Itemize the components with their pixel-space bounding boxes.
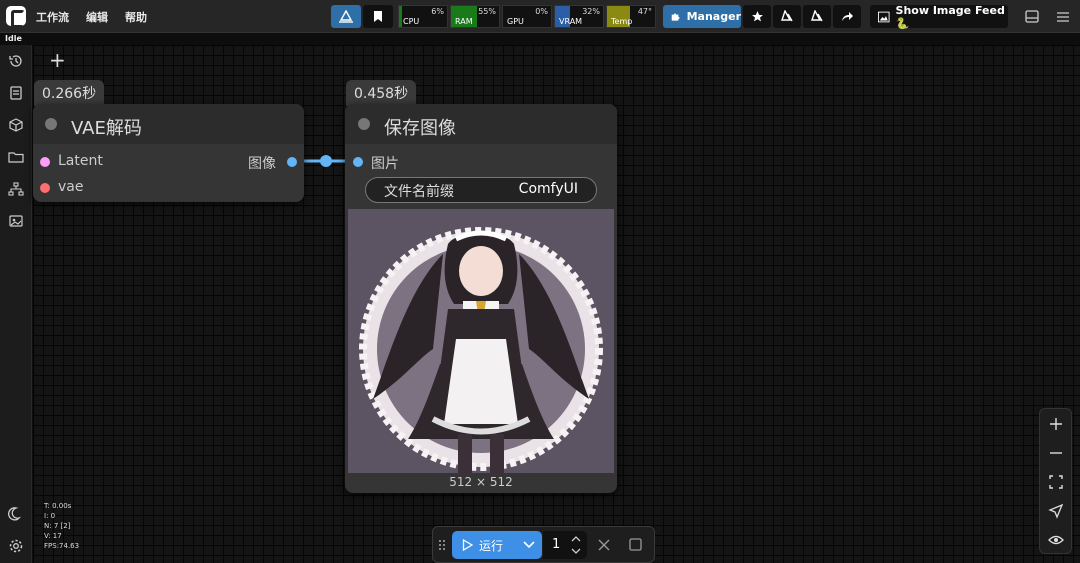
latent-input-slot[interactable] <box>40 157 50 167</box>
run-button[interactable]: 运行 <box>452 531 542 559</box>
vae-execution-time-badge: 0.266秒 <box>34 80 105 106</box>
run-label: 运行 <box>479 538 504 553</box>
latent-input-label: Latent <box>58 153 103 169</box>
images-input-label: 图片 <box>371 156 399 172</box>
decrement-chevron-icon[interactable] <box>571 548 581 555</box>
select-mode-icon[interactable] <box>1048 503 1064 519</box>
save-execution-time-badge: 0.458秒 <box>346 80 417 106</box>
images-input-slot[interactable] <box>353 157 363 167</box>
run-toolbar: 运行 1 <box>432 526 655 563</box>
filename-prefix-value: ComfyUI <box>518 181 578 197</box>
increment-chevron-icon[interactable] <box>571 535 581 542</box>
stop-icon[interactable] <box>629 538 642 551</box>
canvas-stats: T: 0.00s I: 0 N: 7 [2] V: 17 FPS:74.63 <box>44 501 79 551</box>
drag-handle-icon[interactable] <box>438 539 446 551</box>
stat-vertices: V: 17 <box>44 532 62 540</box>
collapse-dot[interactable] <box>45 118 57 130</box>
image-preview[interactable] <box>348 209 614 473</box>
vae-decode-node[interactable]: VAE解码 Latent vae 图像 <box>33 104 304 202</box>
toggle-link-visibility-icon[interactable] <box>1048 532 1064 548</box>
image-output-label: 图像 <box>248 156 276 172</box>
chevron-down-icon[interactable] <box>523 541 535 549</box>
stat-iterations: I: 0 <box>44 512 56 520</box>
canvas-zoom-controls <box>1039 408 1072 554</box>
save-image-node[interactable]: 保存图像 图片 文件名前缀 ComfyUI 512 × 512 <box>345 104 617 493</box>
fit-view-icon[interactable] <box>1048 474 1064 490</box>
filename-prefix-label: 文件名前缀 <box>384 184 454 200</box>
zoom-in-icon[interactable] <box>1048 416 1064 432</box>
save-image-node-title: 保存图像 <box>384 118 456 139</box>
collapse-dot[interactable] <box>358 118 370 130</box>
zoom-out-icon[interactable] <box>1048 445 1064 461</box>
stat-time: T: 0.00s <box>44 502 72 510</box>
generated-image-illustration <box>348 209 614 473</box>
vae-decode-node-title: VAE解码 <box>71 118 142 139</box>
batch-count-stepper[interactable]: 1 <box>543 531 587 559</box>
cancel-run-icon[interactable] <box>598 539 610 551</box>
vae-input-slot[interactable] <box>40 183 50 193</box>
filename-prefix-widget[interactable]: 文件名前缀 ComfyUI <box>365 177 597 203</box>
link-midpoint-handle[interactable] <box>320 155 332 167</box>
image-size-label: 512 × 512 <box>449 475 513 489</box>
vae-input-label: vae <box>58 179 84 195</box>
image-output-slot[interactable] <box>287 157 297 167</box>
play-icon <box>462 539 473 551</box>
stat-fps: FPS:74.63 <box>44 542 80 550</box>
batch-count-value: 1 <box>552 537 561 552</box>
stat-nodes: N: 7 [2] <box>44 522 71 530</box>
